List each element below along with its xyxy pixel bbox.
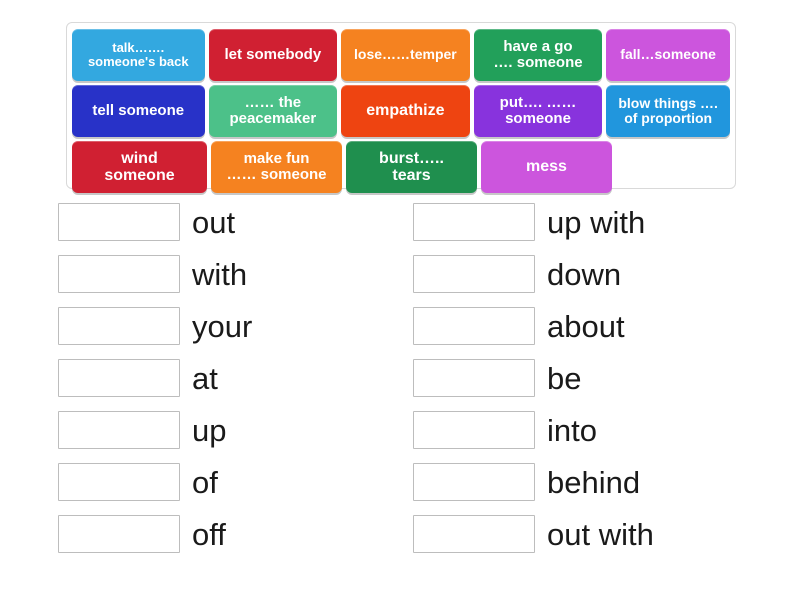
drop-slot[interactable] xyxy=(413,515,535,553)
drop-slot[interactable] xyxy=(58,515,180,553)
draggable-tile[interactable]: make fun…… someone xyxy=(211,141,342,193)
tile-label: empathize xyxy=(366,102,445,120)
answer-label: at xyxy=(192,360,218,396)
answer-row: off xyxy=(58,508,398,560)
answer-row: down xyxy=(413,248,753,300)
draggable-tile[interactable]: have a go…. someone xyxy=(473,29,603,81)
answer-row: up with xyxy=(413,196,753,248)
draggable-tile[interactable]: …… the peacemaker xyxy=(208,85,338,137)
tile-label: make fun…… someone xyxy=(226,149,327,183)
answer-label: out xyxy=(192,204,236,240)
tile-bank-panel: talk……. someone's back let somebody lose…… xyxy=(66,22,736,193)
answer-row: with xyxy=(58,248,398,300)
answer-label: about xyxy=(547,308,625,344)
tile-label: tell someone xyxy=(92,101,185,119)
tile-row: tell someone …… the peacemaker empathize … xyxy=(72,85,730,137)
drop-slot[interactable] xyxy=(413,255,535,293)
answer-label: off xyxy=(192,516,226,552)
answer-row: of xyxy=(58,456,398,508)
drop-slot[interactable] xyxy=(58,463,180,501)
drop-slot[interactable] xyxy=(413,463,535,501)
answer-label: down xyxy=(547,256,622,292)
answer-label: into xyxy=(547,412,597,448)
answer-row: up xyxy=(58,404,398,456)
draggable-tile[interactable]: empathize xyxy=(341,85,470,137)
draggable-tile[interactable]: let somebody xyxy=(208,29,338,81)
draggable-tile[interactable]: put…. …… someone xyxy=(473,85,603,137)
tile-label: talk……. someone's back xyxy=(87,39,189,69)
tile-label: have a go…. someone xyxy=(493,37,583,71)
answer-area: out with your at up of off up with down … xyxy=(0,196,800,576)
answer-label: out with xyxy=(547,516,654,552)
tile-label: …… the peacemaker xyxy=(229,93,317,127)
answer-row: at xyxy=(58,352,398,404)
answer-label: of xyxy=(192,464,218,500)
draggable-tile[interactable]: lose……temper xyxy=(341,29,470,81)
answer-row: out with xyxy=(413,508,753,560)
draggable-tile[interactable]: blow things …. of proportion xyxy=(606,85,730,137)
tile-label: wind someone xyxy=(104,149,175,184)
drop-slot[interactable] xyxy=(413,411,535,449)
drop-slot[interactable] xyxy=(58,203,180,241)
tile-label: mess xyxy=(526,158,567,176)
draggable-tile[interactable]: burst….. tears xyxy=(346,141,477,193)
draggable-tile[interactable]: mess xyxy=(481,141,612,193)
answer-label: with xyxy=(192,256,248,292)
answer-label: be xyxy=(547,360,582,396)
answer-label: up xyxy=(192,412,227,448)
tile-label: burst….. tears xyxy=(379,149,444,184)
answer-label: your xyxy=(192,308,253,344)
draggable-tile[interactable]: tell someone xyxy=(72,85,205,137)
draggable-tile[interactable]: talk……. someone's back xyxy=(72,29,205,81)
tile-label: let somebody xyxy=(224,45,322,63)
drop-slot[interactable] xyxy=(58,307,180,345)
drop-slot[interactable] xyxy=(58,411,180,449)
drop-slot[interactable] xyxy=(413,203,535,241)
tile-label: lose……temper xyxy=(354,46,457,63)
tile-row: talk……. someone's back let somebody lose…… xyxy=(72,29,730,81)
answer-row: be xyxy=(413,352,753,404)
tile-label: fall…someone xyxy=(620,46,716,63)
answer-row: about xyxy=(413,300,753,352)
answer-row: your xyxy=(58,300,398,352)
tile-label: put…. …… someone xyxy=(499,93,577,127)
answer-row: out xyxy=(58,196,398,248)
drop-slot[interactable] xyxy=(58,359,180,397)
drop-slot[interactable] xyxy=(413,359,535,397)
answer-row: behind xyxy=(413,456,753,508)
tile-row: wind someone make fun…… someone burst….. t… xyxy=(72,141,730,193)
drop-slot[interactable] xyxy=(413,307,535,345)
tile-label: blow things …. of proportion xyxy=(618,94,718,126)
answer-label: up with xyxy=(547,204,646,240)
answer-row: into xyxy=(413,404,753,456)
answer-column-left: out with your at up of off xyxy=(58,196,398,560)
answer-label: behind xyxy=(547,464,641,500)
answer-column-right: up with down about be into behind out wi… xyxy=(413,196,753,560)
draggable-tile[interactable]: wind someone xyxy=(72,141,207,193)
drop-slot[interactable] xyxy=(58,255,180,293)
draggable-tile[interactable]: fall…someone xyxy=(606,29,730,81)
